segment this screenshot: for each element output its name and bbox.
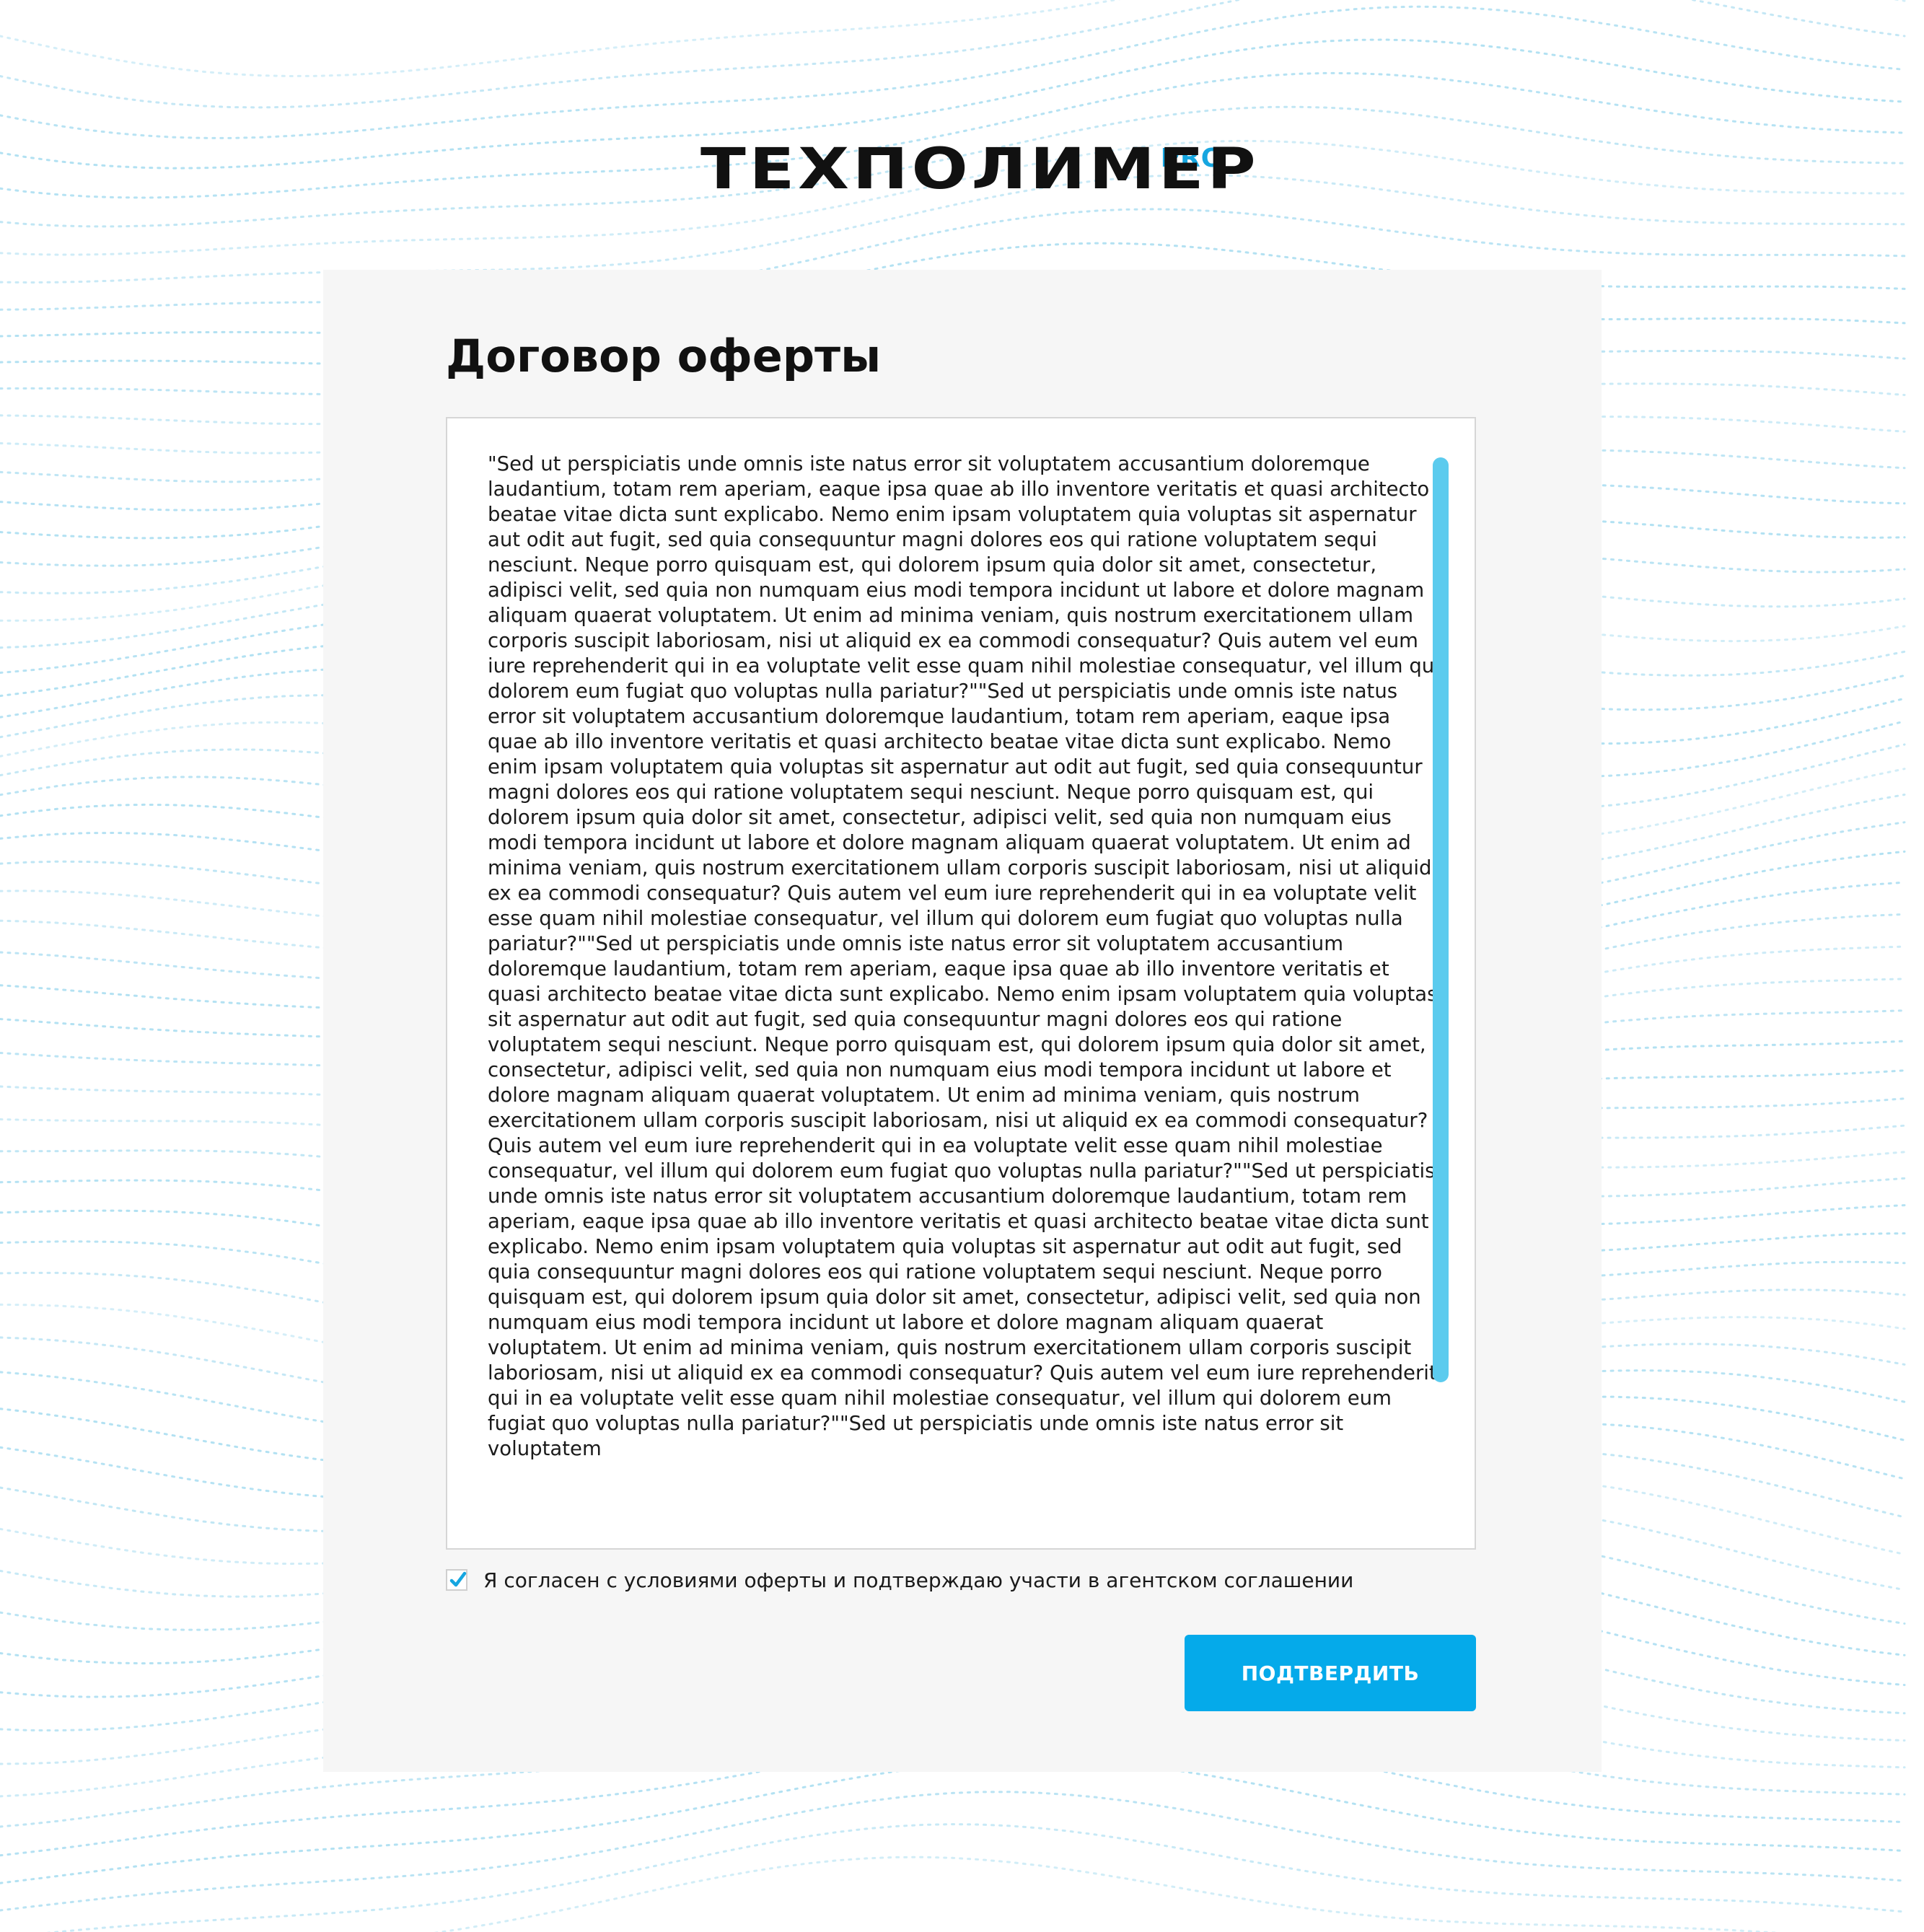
- agreement-label: Я согласен с условиями оферты и подтверж…: [483, 1568, 1354, 1592]
- wave-line: [0, 5, 1906, 139]
- wave-line: [45, 1823, 1906, 1932]
- wave-line: [0, 0, 1906, 78]
- agreement-checkbox[interactable]: [446, 1569, 467, 1591]
- wave-line: [434, 1856, 1780, 1932]
- offer-document-box[interactable]: "Sed ut perspiciatis unde omnis iste nat…: [446, 417, 1476, 1550]
- offer-card: Договор оферты "Sed ut perspiciatis unde…: [323, 270, 1602, 1772]
- confirm-button[interactable]: ПОДТВЕРДИТЬ: [1185, 1635, 1476, 1711]
- offer-document-text: "Sed ut perspiciatis unde omnis iste nat…: [488, 452, 1440, 1460]
- scrollbar-thumb[interactable]: [1433, 457, 1449, 1382]
- wave-line: [0, 0, 1906, 109]
- checkmark-icon: [449, 1571, 467, 1587]
- logo: ТЕХПОЛИМЕР PRO: [0, 137, 1924, 202]
- page-title: Договор оферты: [446, 330, 882, 382]
- agreement-row[interactable]: Я согласен с условиями оферты и подтверж…: [446, 1566, 1353, 1594]
- logo-wordmark: ТЕХПОЛИМЕР: [700, 137, 1260, 202]
